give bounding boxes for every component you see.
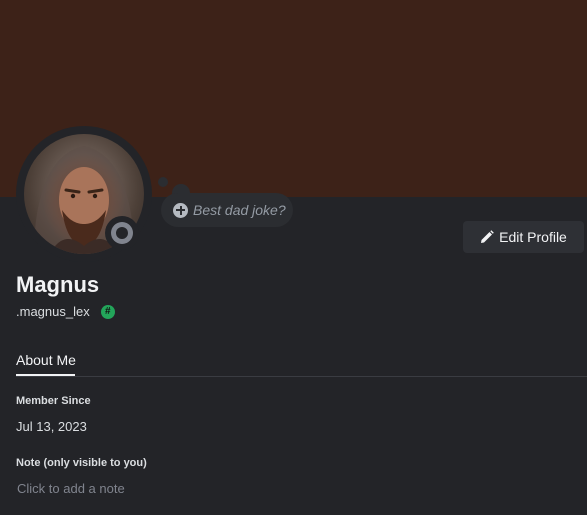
- custom-status-bubble[interactable]: Best dad joke?: [161, 193, 293, 227]
- edit-profile-label: Edit Profile: [499, 229, 567, 245]
- note-input[interactable]: Click to add a note: [17, 481, 125, 496]
- display-name: Magnus: [16, 272, 100, 297]
- custom-status-placeholder: Best dad joke?: [193, 202, 286, 218]
- pencil-icon: [481, 230, 494, 243]
- plus-circle-icon: [173, 202, 188, 218]
- username-row: .magnus_lex #: [16, 304, 115, 319]
- tab-about-me[interactable]: About Me: [16, 352, 76, 368]
- hash-badge-icon[interactable]: #: [100, 304, 115, 319]
- member-since-label: Member Since: [16, 395, 91, 407]
- member-since-value: Jul 13, 2023: [16, 419, 87, 434]
- username: .magnus_lex: [16, 304, 90, 319]
- divider: [16, 376, 587, 377]
- offline-status-icon: [111, 222, 133, 244]
- note-label: Note (only visible to you): [16, 457, 147, 469]
- edit-profile-button[interactable]: Edit Profile: [463, 221, 584, 253]
- thought-bubble-dot: [158, 177, 168, 187]
